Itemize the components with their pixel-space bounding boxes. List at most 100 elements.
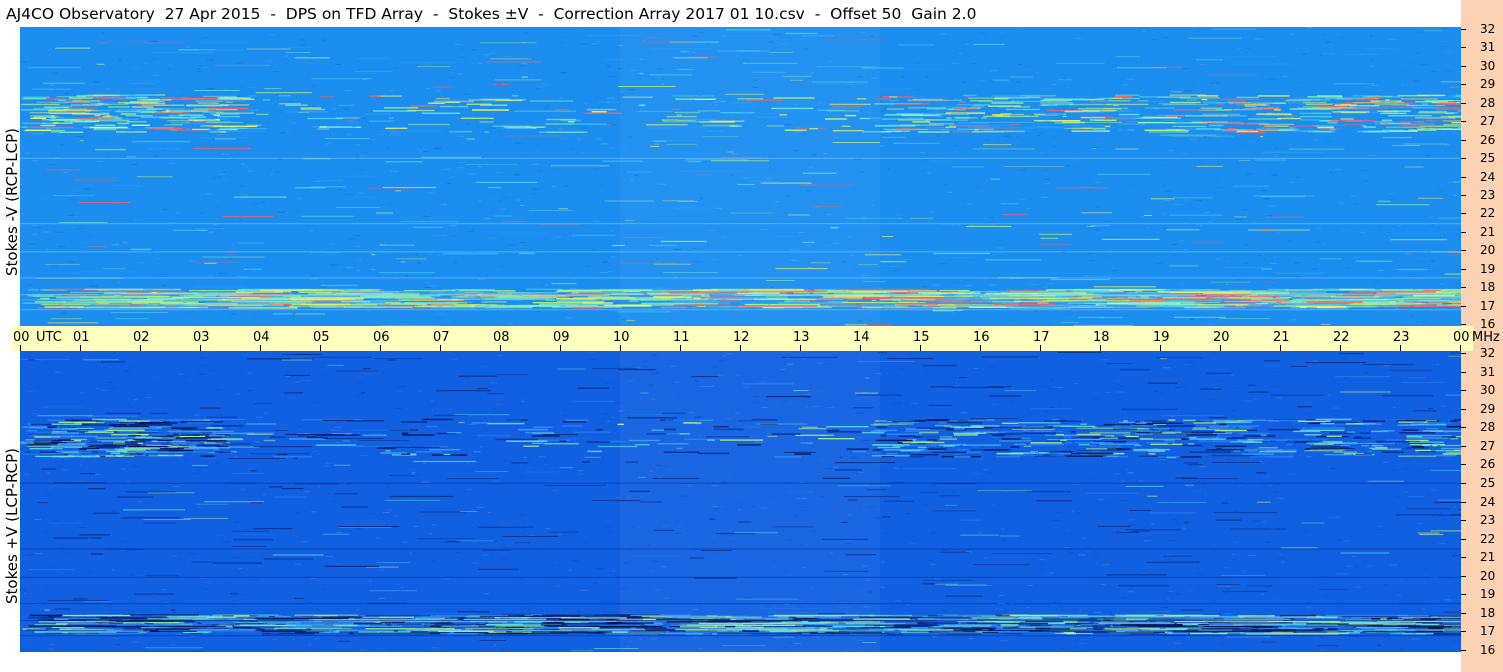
- utc-tick-label: 22: [1333, 330, 1350, 345]
- frequency-tick-mark: [1461, 140, 1466, 141]
- utc-tick-label: 00: [1453, 330, 1470, 345]
- frequency-tick-mark: [1461, 66, 1466, 67]
- frequency-tick-mark: [1461, 446, 1466, 447]
- utc-tick-label: 19: [1153, 330, 1170, 345]
- utc-tick-label: 04: [253, 330, 270, 345]
- frequency-tick-mark: [1461, 29, 1466, 30]
- frequency-tick-label: 32: [1480, 22, 1496, 36]
- frequency-tick-label: 21: [1480, 225, 1496, 239]
- chart-title: AJ4CO Observatory 27 Apr 2015 - DPS on T…: [6, 5, 977, 23]
- frequency-tick-mark: [1461, 306, 1466, 307]
- frequency-tick-mark: [1461, 177, 1466, 178]
- frequency-tick-label: 31: [1480, 40, 1496, 54]
- frequency-tick-label: 25: [1480, 476, 1496, 490]
- frequency-tick-mark: [1461, 213, 1466, 214]
- utc-tick-label: 21: [1273, 330, 1290, 345]
- frequency-tick-mark: [1461, 158, 1466, 159]
- frequency-tick-label: 16: [1480, 643, 1496, 657]
- frequency-tick-label: 18: [1480, 606, 1496, 620]
- frequency-tick-mark: [1461, 576, 1466, 577]
- frequency-tick-label: 30: [1480, 59, 1496, 73]
- frequency-tick-mark: [1461, 121, 1466, 122]
- frequency-tick-label: 17: [1480, 624, 1496, 638]
- utc-tick-label: 01: [73, 330, 90, 345]
- noon-band: [620, 27, 880, 326]
- frequency-tick-mark: [1461, 483, 1466, 484]
- frequency-tick-label: 20: [1480, 243, 1496, 257]
- frequency-tick-mark: [1461, 195, 1466, 196]
- mhz-unit-label: MHz: [1472, 330, 1500, 345]
- utc-tick-label: 13: [793, 330, 810, 345]
- frequency-tick-label: 21: [1480, 550, 1496, 564]
- frequency-tick-label: 17: [1480, 299, 1496, 313]
- frequency-tick-label: 29: [1480, 77, 1496, 91]
- frequency-tick-label: 19: [1480, 587, 1496, 601]
- frequency-tick-label: 23: [1480, 188, 1496, 202]
- frequency-tick-label: 22: [1480, 532, 1496, 546]
- frequency-tick-label: 16: [1480, 317, 1496, 331]
- utc-tick-label: 07: [433, 330, 450, 345]
- utc-tick-label: 20: [1213, 330, 1230, 345]
- frequency-tick-label: 27: [1480, 439, 1496, 453]
- utc-tick-label: 03: [193, 330, 210, 345]
- frequency-tick-mark: [1461, 613, 1466, 614]
- frequency-tick-mark: [1461, 269, 1466, 270]
- frequency-tick-label: 28: [1480, 420, 1496, 434]
- frequency-tick-label: 31: [1480, 365, 1496, 379]
- utc-tick-label: 16: [973, 330, 990, 345]
- frequency-tick-label: 29: [1480, 402, 1496, 416]
- frequency-tick-label: 32: [1480, 346, 1496, 360]
- utc-tick-label: 11: [673, 330, 690, 345]
- frequency-tick-mark: [1461, 353, 1466, 354]
- frequency-tick-label: 22: [1480, 206, 1496, 220]
- top-spectrogram: [20, 27, 1461, 326]
- frequency-tick-mark: [1461, 464, 1466, 465]
- utc-tick-label: 12: [733, 330, 750, 345]
- utc-tick-label: 05: [313, 330, 330, 345]
- frequency-tick-mark: [1461, 594, 1466, 595]
- utc-tick-label: 02: [133, 330, 150, 345]
- frequency-tick-mark: [1461, 372, 1466, 373]
- top-spectrogram-panel: [20, 27, 1461, 326]
- frequency-tick-label: 26: [1480, 133, 1496, 147]
- utc-tick-label: 10: [613, 330, 630, 345]
- utc-tick-label: 09: [553, 330, 570, 345]
- frequency-tick-mark: [1461, 650, 1466, 651]
- utc-tick-label: 17: [1033, 330, 1050, 345]
- frequency-tick-mark: [1461, 287, 1466, 288]
- frequency-tick-mark: [1461, 539, 1466, 540]
- frequency-tick-mark: [1461, 390, 1466, 391]
- frequency-tick-mark: [1461, 427, 1466, 428]
- utc-unit-label: UTC: [36, 330, 62, 345]
- frequency-tick-label: 25: [1480, 151, 1496, 165]
- frequency-tick-mark: [1461, 557, 1466, 558]
- bottom-spectrogram: [20, 351, 1461, 652]
- frequency-tick-label: 24: [1480, 170, 1496, 184]
- frequency-tick-label: 24: [1480, 495, 1496, 509]
- utc-tick-label: 00: [13, 330, 30, 345]
- utc-tick-label: 15: [913, 330, 930, 345]
- frequency-tick-label: 20: [1480, 569, 1496, 583]
- utc-tick-label: 18: [1093, 330, 1110, 345]
- bottom-spectrogram-panel: [20, 351, 1461, 652]
- frequency-tick-mark: [1461, 502, 1466, 503]
- frequency-tick-label: 30: [1480, 383, 1496, 397]
- top-panel-ylabel: Stokes -V (RCP-LCP): [3, 128, 21, 276]
- utc-tick-label: 06: [373, 330, 390, 345]
- bottom-panel-ylabel: Stokes +V (LCP-RCP): [3, 448, 21, 604]
- frequency-tick-label: 27: [1480, 114, 1496, 128]
- frequency-tick-mark: [1461, 103, 1466, 104]
- frequency-tick-label: 26: [1480, 457, 1496, 471]
- frequency-tick-mark: [1461, 47, 1466, 48]
- utc-tick-label: 14: [853, 330, 870, 345]
- frequency-tick-mark: [1461, 84, 1466, 85]
- frequency-tick-label: 28: [1480, 96, 1496, 110]
- frequency-tick-mark: [1461, 520, 1466, 521]
- frequency-tick-mark: [1461, 324, 1466, 325]
- utc-time-axis: 00 01 02 03 04 05 06 07 08 09 10 11 12 13 14 15 16 17 18 19…: [12, 326, 1500, 351]
- frequency-tick-label: 23: [1480, 513, 1496, 527]
- frequency-tick-label: 18: [1480, 280, 1496, 294]
- frequency-tick-mark: [1461, 250, 1466, 251]
- frequency-tick-mark: [1461, 232, 1466, 233]
- frequency-tick-mark: [1461, 631, 1466, 632]
